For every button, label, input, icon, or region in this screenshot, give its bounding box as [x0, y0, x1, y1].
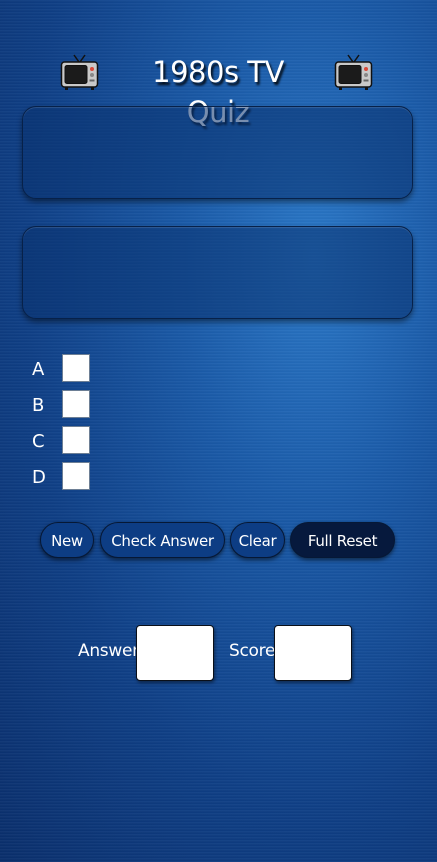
score-label: Score [229, 641, 276, 661]
answer-options: A B C D [30, 354, 110, 498]
tv-icon [60, 54, 99, 90]
answers-panel [22, 226, 413, 319]
answer-label: Answer [78, 641, 139, 661]
clear-button[interactable]: Clear [230, 522, 285, 558]
option-d: D [30, 462, 110, 498]
question-panel [22, 106, 413, 199]
answer-display [136, 625, 214, 681]
option-b: B [30, 390, 110, 426]
new-button[interactable]: New [40, 522, 94, 558]
header: 1980s TV Quiz [0, 48, 437, 129]
option-a-checkbox[interactable] [62, 354, 90, 382]
option-letter: A [32, 359, 45, 380]
tv-icon [334, 54, 373, 90]
option-letter: C [32, 431, 45, 452]
check-answer-button[interactable]: Check Answer [100, 522, 225, 558]
option-letter: B [32, 395, 45, 416]
option-letter: D [32, 467, 46, 488]
score-display [274, 625, 352, 681]
option-a: A [30, 354, 110, 390]
quiz-page: 1980s TV Quiz A B C D [0, 0, 437, 862]
option-b-checkbox[interactable] [62, 390, 90, 418]
option-d-checkbox[interactable] [62, 462, 90, 490]
option-c-checkbox[interactable] [62, 426, 90, 454]
full-reset-button[interactable]: Full Reset [290, 522, 395, 558]
option-c: C [30, 426, 110, 462]
